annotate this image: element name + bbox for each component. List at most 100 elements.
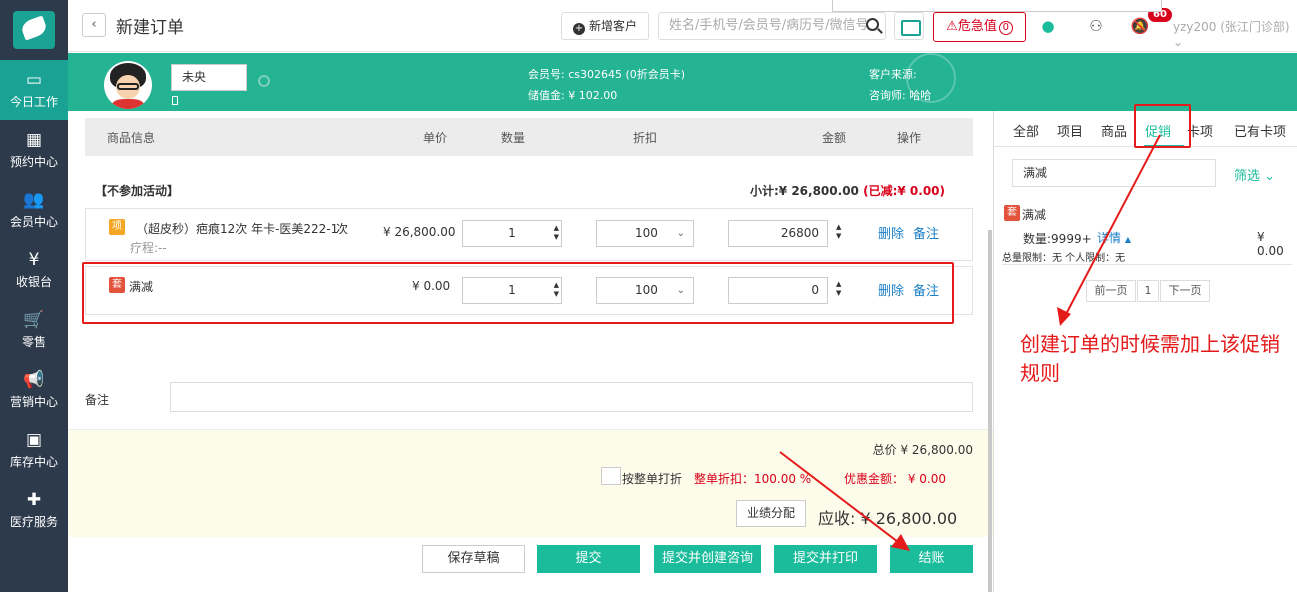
amount-receivable: 应收: ¥ 26,800.00: [818, 509, 958, 528]
item-name: （超皮秒）疤痕12次 年卡-医美222-1: [136, 222, 339, 236]
total-price: 总价 ¥ 26,800.00: [872, 443, 973, 457]
sidebar: ▭ 今日工作 ▦ 预约中心 👥 会员中心 ¥ 收银台 🛒 零售 📢 营销中心 ▣ 库存中心 ✚…: [0, 0, 68, 592]
submit-button[interactable]: 提交: [537, 545, 640, 573]
nav-cashier[interactable]: ¥ 收银台: [0, 240, 68, 300]
nav-inventory[interactable]: ▣ 库存中心: [0, 420, 68, 480]
dropdown-popup: [832, 0, 1162, 12]
item-course: 疗程:--: [130, 241, 167, 255]
megaphone-icon: 📢: [23, 370, 45, 390]
submit-print-button[interactable]: 提交并打印: [774, 545, 877, 573]
cart-icon: 🛒: [23, 310, 45, 330]
plus-icon: +: [572, 23, 585, 35]
customer-source: 客户来源:: [869, 68, 917, 81]
nav-label: 零售: [21, 335, 46, 349]
tab-owned-cards[interactable]: 已有卡项: [1234, 121, 1286, 140]
tab-all[interactable]: 全部: [1013, 121, 1039, 140]
grid-icon: ▣: [25, 430, 43, 450]
page-title: 新建订单: [116, 18, 184, 38]
group-subtotal: 小计:¥ 26,800.00 (已减:¥ 0.00): [750, 184, 945, 198]
chevron-down-icon: ⌄: [1264, 169, 1276, 184]
nav-label: 预约中心: [9, 155, 58, 169]
app-logo[interactable]: [0, 0, 68, 60]
warning-icon: ⚠: [946, 19, 958, 34]
whole-discount-rate: 整单折扣：100.00 %: [694, 472, 812, 486]
whole-discount-checkbox[interactable]: [601, 467, 621, 485]
nav-label: 会员中心: [9, 215, 58, 229]
nav-label: 今日工作: [9, 95, 58, 109]
user-menu[interactable]: yzy200 (张江门诊部) ⌄: [1173, 18, 1297, 49]
item-unit: 次: [336, 222, 349, 236]
promo-detail-link[interactable]: 详情 ▲: [1097, 229, 1131, 246]
col-ops: 操作: [897, 131, 922, 145]
global-search-input[interactable]: 姓名/手机号/会员号/病历号/微信号: [658, 12, 886, 40]
users-icon: 👥: [23, 190, 45, 210]
wechat-icon[interactable]: ●: [1038, 16, 1058, 36]
monitor-icon: ▭: [25, 70, 43, 90]
logo-icon: [13, 11, 55, 49]
filter-button[interactable]: 筛选 ⌄: [1234, 165, 1275, 184]
promo-qty: 数量:9999+: [1023, 232, 1092, 246]
col-qty: 数量: [501, 131, 526, 145]
note-link[interactable]: 备注: [913, 223, 939, 242]
promo-price: ¥ 0.00: [1257, 230, 1284, 258]
nav-label: 医疗服务: [9, 515, 58, 529]
edit-icon[interactable]: [258, 75, 270, 87]
urgent-value-button[interactable]: ⚠危急值 0: [933, 12, 1026, 42]
checkout-button[interactable]: 结账: [890, 545, 973, 573]
bell-muted-icon[interactable]: 🔕: [1130, 16, 1150, 36]
nav-marketing[interactable]: 📢 营销中心: [0, 360, 68, 420]
back-button[interactable]: ‹: [82, 13, 106, 37]
highlight-frame: [82, 262, 954, 324]
group-title: 【不参加活动】: [95, 184, 180, 198]
tab-goods[interactable]: 商品: [1101, 121, 1127, 140]
consultant: 咨询师: 哈哈: [869, 89, 932, 102]
remark-input[interactable]: [170, 382, 973, 412]
performance-allocation-button[interactable]: 业绩分配: [736, 500, 806, 527]
nav-appointment[interactable]: ▦ 预约中心: [0, 120, 68, 180]
member-name[interactable]: 未央: [171, 64, 247, 91]
urgent-label: 危急值: [957, 19, 997, 34]
group-icon[interactable]: ⚇: [1086, 16, 1106, 36]
nav-label: 收银台: [15, 275, 52, 289]
prev-page-button[interactable]: 前一页: [1086, 280, 1136, 302]
spin-arrows-icon[interactable]: ▲ ▼: [554, 224, 559, 242]
next-page-button[interactable]: 下一页: [1160, 280, 1210, 302]
id-card-button[interactable]: [894, 12, 924, 40]
promo-tag: 套: [1004, 205, 1020, 221]
spin-arrows-icon[interactable]: ▲ ▼: [836, 223, 841, 241]
col-amount: 金额: [822, 131, 847, 145]
nav-medical[interactable]: ✚ 医疗服务: [0, 480, 68, 540]
remark-label: 备注: [85, 393, 110, 407]
tab-projects[interactable]: 项目: [1057, 121, 1083, 140]
member-balance: 储值金: ¥ 102.00: [528, 89, 618, 102]
promo-name: 满减: [1022, 208, 1047, 222]
nav-today-work[interactable]: ▭ 今日工作: [0, 60, 68, 120]
quantity-stepper[interactable]: 1 ▲ ▼: [462, 220, 562, 247]
save-draft-button[interactable]: 保存草稿: [422, 545, 525, 573]
page-number[interactable]: 1: [1137, 280, 1159, 302]
search-icon[interactable]: [866, 18, 879, 31]
promo-search-input[interactable]: 满减: [1012, 159, 1216, 187]
new-customer-button[interactable]: + 新增客户: [561, 12, 649, 40]
member-number: 会员号: cs302645 (0折会员卡): [528, 68, 686, 81]
nav-retail[interactable]: 🛒 零售: [0, 300, 68, 360]
delete-link[interactable]: 删除: [878, 223, 904, 242]
caret-up-icon: ▲: [1124, 235, 1131, 244]
highlight-frame: [1134, 104, 1191, 148]
item-tag: 项: [109, 219, 125, 235]
nav-label: 营销中心: [9, 395, 58, 409]
submit-consult-button[interactable]: 提交并创建咨询: [654, 545, 761, 573]
scrollbar[interactable]: [988, 230, 992, 592]
col-discount: 折扣: [633, 131, 658, 145]
amount-input[interactable]: 26800: [728, 220, 828, 247]
discount-select[interactable]: 100 ⌄: [596, 220, 694, 247]
search-placeholder: 姓名/手机号/会员号/病历号/微信号: [669, 18, 869, 33]
promo-item[interactable]: 套 满减 数量:9999+ 详情 ▲ ¥ 0.00 总量限制：无 个人限制：无: [1002, 203, 1292, 265]
promo-limit: 总量限制：无 个人限制：无: [1002, 253, 1126, 264]
medkit-icon: ✚: [26, 490, 42, 510]
nav-member[interactable]: 👥 会员中心: [0, 180, 68, 240]
col-price: 单价: [423, 131, 448, 145]
annotation-text: 创建订单的时候需加上该促销规则: [1020, 332, 1280, 385]
chevron-down-icon: ⌄: [676, 228, 685, 239]
urgent-count-badge: 0: [998, 21, 1013, 35]
